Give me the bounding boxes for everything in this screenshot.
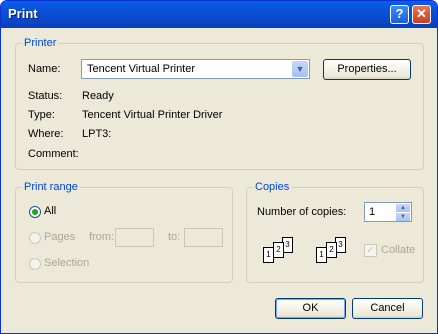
- from-label: from:: [89, 231, 115, 243]
- page-number: 2: [329, 245, 334, 254]
- selection-label[interactable]: Selection: [44, 257, 89, 269]
- collate-page-icon: 2: [273, 242, 284, 258]
- status-label: Status:: [28, 90, 63, 102]
- print-dialog: Print ? ✕ Printer Name: Tencent Virtual …: [0, 0, 438, 334]
- copies-spinner[interactable]: 1 ▲ ▼: [364, 202, 412, 222]
- chevron-down-icon[interactable]: ▼: [292, 61, 308, 77]
- page-number: 3: [338, 240, 343, 249]
- selection-radio[interactable]: [29, 258, 41, 270]
- where-label: Where:: [28, 128, 64, 140]
- properties-button[interactable]: Properties...: [323, 59, 411, 80]
- name-label: Name:: [28, 63, 61, 75]
- comment-label: Comment:: [28, 148, 79, 160]
- collate-checkbox[interactable]: ✓: [364, 244, 377, 257]
- spinner-down-icon[interactable]: ▼: [396, 213, 410, 221]
- type-value: Tencent Virtual Printer Driver: [82, 109, 223, 121]
- page-number: 1: [319, 250, 324, 259]
- to-label: to:: [168, 231, 181, 243]
- collate-page-icon: 2: [326, 242, 337, 258]
- page-number: 3: [285, 240, 290, 249]
- printer-name-value: Tencent Virtual Printer: [87, 63, 196, 75]
- number-of-copies-label: Number of copies:: [257, 206, 347, 218]
- collate-page-icon: 1: [316, 247, 327, 263]
- print-range-legend: Print range: [22, 181, 80, 193]
- collate-page-icon: 1: [263, 247, 274, 263]
- cancel-button[interactable]: Cancel: [352, 298, 423, 319]
- spinner-up-icon[interactable]: ▲: [396, 204, 410, 212]
- printer-group-legend: Printer: [22, 37, 59, 49]
- type-label: Type:: [28, 109, 55, 121]
- window-title: Print: [8, 6, 38, 21]
- from-page-input[interactable]: [115, 228, 154, 247]
- where-value: LPT3:: [82, 128, 112, 140]
- pages-label[interactable]: Pages: [44, 231, 75, 243]
- help-button[interactable]: ?: [390, 5, 409, 24]
- radio-selected-dot: [32, 209, 38, 215]
- page-number: 2: [276, 245, 281, 254]
- all-radio[interactable]: [29, 206, 41, 218]
- page-number: 1: [266, 250, 271, 259]
- ok-button[interactable]: OK: [275, 298, 346, 319]
- pages-radio[interactable]: [29, 232, 41, 244]
- all-label[interactable]: All: [44, 205, 56, 217]
- title-bar: Print ? ✕: [1, 1, 437, 28]
- copies-legend: Copies: [253, 181, 292, 193]
- status-value: Ready: [82, 90, 114, 102]
- close-button[interactable]: ✕: [412, 5, 431, 24]
- to-page-input[interactable]: [184, 228, 223, 247]
- copies-value: 1: [369, 206, 376, 218]
- printer-name-select[interactable]: Tencent Virtual Printer ▼: [81, 59, 310, 79]
- collate-label[interactable]: Collate: [381, 244, 415, 256]
